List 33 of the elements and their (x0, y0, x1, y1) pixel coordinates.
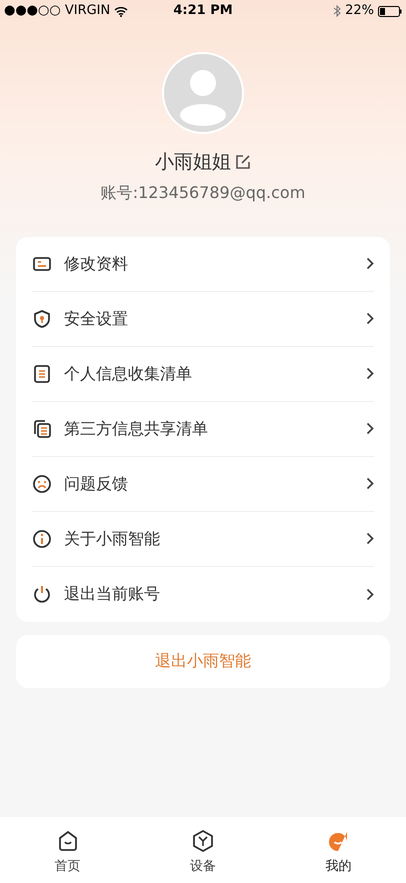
document-icon (32, 364, 52, 384)
account-id: 账号:123456789@qq.com (100, 182, 306, 204)
power-icon (32, 584, 52, 604)
chevron-right-icon (366, 588, 374, 600)
menu-item[interactable]: 退出当前账号 (32, 566, 374, 622)
edit-icon[interactable] (235, 154, 251, 170)
menu-item[interactable]: 关于小雨智能 (32, 512, 374, 566)
menu-item[interactable]: 修改资料 (32, 236, 374, 292)
menu-item[interactable]: 第三方信息共享清单 (32, 402, 374, 456)
menu-item[interactable]: 问题反馈 (32, 456, 374, 512)
sad-face-icon (32, 474, 52, 494)
info-icon (32, 528, 52, 548)
chevron-right-icon (366, 312, 374, 325)
shield-icon (32, 308, 52, 328)
menu-item[interactable]: 安全设置 (32, 292, 374, 346)
battery-percent: 22% (345, 2, 374, 20)
tab[interactable]: 我的 (298, 829, 378, 876)
status-time: 4:21 PM (173, 2, 233, 20)
chevron-right-icon (366, 532, 374, 545)
tab[interactable]: 设备 (162, 829, 243, 876)
chevron-right-icon (366, 422, 374, 435)
documents-icon (32, 418, 52, 438)
chevron-right-icon (366, 257, 374, 270)
wifi-icon (114, 6, 128, 16)
battery-icon (378, 6, 402, 16)
user-name: 小雨姐姐 (155, 150, 231, 175)
carrier-name: ●●●○○ VIRGIN (4, 2, 110, 20)
chevron-right-icon (366, 477, 374, 490)
bluetooth-icon (333, 5, 342, 17)
tab[interactable]: 首页 (28, 829, 108, 876)
cube-icon (190, 829, 215, 853)
chevron-right-icon (366, 367, 374, 380)
menu-item[interactable]: 个人信息收集清单 (32, 346, 374, 402)
